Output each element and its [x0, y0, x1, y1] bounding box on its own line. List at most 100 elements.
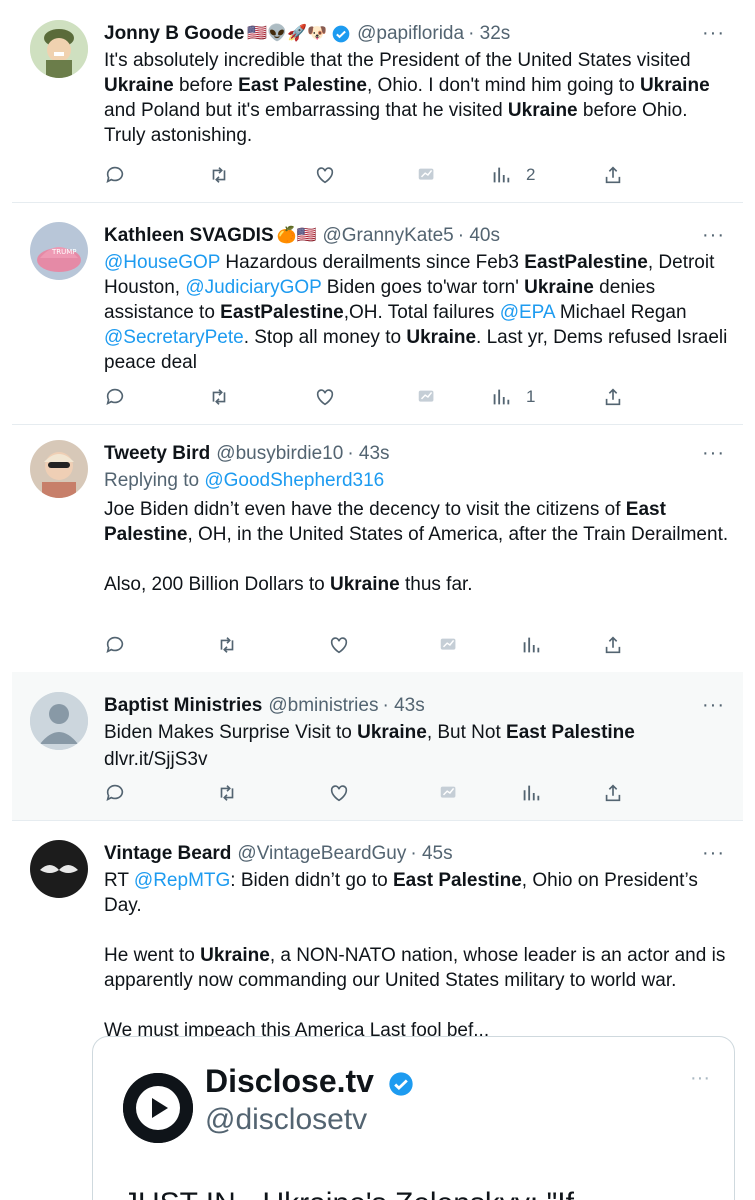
display-name[interactable]: Vintage Beard [104, 840, 231, 868]
views-count: 2 [526, 165, 536, 184]
avatar[interactable] [30, 692, 88, 750]
more-icon[interactable]: ··· [702, 442, 725, 465]
mention-link[interactable]: @JudiciaryGOP [185, 277, 321, 298]
text-segment: and Poland but it's embarrassing that he… [104, 100, 508, 121]
views-icon [523, 785, 540, 801]
user-handle[interactable]: @papiflorida [357, 20, 464, 48]
timeline: Jonny B Goode 🇺🇸👽🚀🐶 @papiflorida · 32s ·… [0, 0, 755, 1200]
svg-text:TRUMP: TRUMP [51, 248, 77, 256]
reply-button[interactable] [104, 634, 126, 656]
tweet-link[interactable]: dlvr.it/SjjS3v [104, 747, 731, 772]
views-button[interactable]: 2 [490, 164, 535, 186]
timestamp[interactable]: · 45s [410, 840, 452, 868]
tweet-paragraph: RT @RepMTG: Biden didn’t go to East Pale… [104, 868, 731, 918]
views-icon [493, 389, 510, 405]
user-handle[interactable]: @bministries [268, 692, 378, 720]
timestamp[interactable]: · 43s [347, 440, 389, 468]
tweet-text: It's absolutely incredible that the Pres… [104, 48, 731, 148]
analytics-button[interactable] [416, 386, 438, 408]
bold-keyword: Ukraine [200, 945, 270, 966]
tweet-card[interactable]: TRUMP Kathleen SVAGDIS 🍊🇺🇸 @GrannyKate5 … [12, 202, 743, 425]
like-button[interactable] [328, 782, 350, 804]
bold-keyword: East Palestine [238, 75, 367, 96]
card-handle: @disclosetv [205, 1103, 368, 1136]
tweet-paragraph: @HouseGOP Hazardous derailments since Fe… [104, 250, 731, 375]
embedded-image-card[interactable]: Disclose.tv @disclosetv ··· JUST IN - Uk… [92, 1036, 735, 1200]
user-handle[interactable]: @busybirdie10 [216, 440, 343, 468]
tweet-paragraph: Joe Biden didn’t even have the decency t… [104, 497, 731, 547]
bold-keyword: EastPalestine [220, 302, 344, 323]
text-segment: ,OH. Total failures [343, 302, 500, 323]
tweet-paragraph: He went to Ukraine, a NON-NATO nation, w… [104, 943, 731, 993]
analytics-button[interactable] [438, 782, 460, 804]
like-button[interactable] [314, 164, 336, 186]
share-icon [605, 388, 621, 406]
like-button[interactable] [328, 634, 350, 656]
reply-button[interactable] [104, 386, 126, 408]
share-icon [605, 166, 621, 184]
text-segment: Michael Regan [554, 302, 687, 323]
avatar[interactable] [30, 20, 88, 78]
action-bar [104, 632, 731, 658]
mention-link[interactable]: @HouseGOP [104, 252, 220, 273]
more-icon[interactable]: ··· [702, 694, 725, 717]
user-handle[interactable]: @VintageBeardGuy [237, 840, 406, 868]
retweet-button[interactable] [216, 634, 238, 656]
views-button[interactable] [520, 634, 542, 656]
display-name[interactable]: Kathleen SVAGDIS [104, 222, 274, 250]
retweet-button[interactable] [208, 386, 230, 408]
mention-link[interactable]: @EPA [500, 302, 555, 323]
views-button[interactable]: 1 [490, 386, 535, 408]
analytics-icon [418, 168, 434, 180]
reply-button[interactable] [104, 164, 126, 186]
like-button[interactable] [314, 386, 336, 408]
text-segment: thus far. [399, 574, 473, 595]
reply-button[interactable] [104, 782, 126, 804]
action-bar: 2 [104, 162, 731, 188]
share-button[interactable] [602, 164, 624, 186]
tweet-card[interactable]: Tweety Bird @busybirdie10 · 43s ··· Repl… [12, 424, 743, 673]
more-icon[interactable]: ··· [702, 224, 725, 247]
share-button[interactable] [602, 782, 624, 804]
views-button[interactable] [520, 782, 542, 804]
share-button[interactable] [602, 386, 624, 408]
avatar[interactable]: TRUMP [30, 222, 88, 280]
display-name[interactable]: Baptist Ministries [104, 692, 262, 720]
text-segment: RT [104, 870, 134, 891]
avatar[interactable] [30, 440, 88, 498]
tweet-paragraph: Biden Makes Surprise Visit to Ukraine, B… [104, 720, 731, 745]
analytics-button[interactable] [416, 164, 438, 186]
retweet-icon [212, 389, 226, 405]
more-icon: ··· [690, 1067, 710, 1089]
timestamp[interactable]: · 40s [458, 222, 500, 250]
analytics-button[interactable] [438, 634, 460, 656]
text-segment: , OH, in the United States of America, a… [187, 524, 729, 545]
card-name-text: Disclose.tv [205, 1063, 374, 1099]
retweet-button[interactable] [216, 782, 238, 804]
display-name[interactable]: Tweety Bird [104, 440, 210, 468]
share-button[interactable] [602, 634, 624, 656]
bold-keyword: Ukraine [507, 100, 578, 121]
analytics-icon [440, 638, 456, 650]
text-segment: . Stop all money to [243, 327, 407, 348]
tweet-header: Kathleen SVAGDIS 🍊🇺🇸 @GrannyKate5 · 40s [104, 222, 731, 250]
tweet-card[interactable]: Jonny B Goode 🇺🇸👽🚀🐶 @papiflorida · 32s ·… [12, 0, 743, 203]
avatar[interactable] [30, 840, 88, 898]
name-emojis: 🍊🇺🇸 [276, 227, 317, 244]
retweet-button[interactable] [208, 164, 230, 186]
mention-link[interactable]: @RepMTG [134, 870, 230, 891]
display-name[interactable]: Jonny B Goode [104, 20, 244, 48]
timestamp[interactable]: · 43s [382, 692, 424, 720]
tweet-card[interactable]: Baptist Ministries @bministries · 43s ··… [12, 672, 743, 821]
tweet-body: Jonny B Goode 🇺🇸👽🚀🐶 @papiflorida · 32s ·… [104, 20, 731, 148]
more-icon[interactable]: ··· [702, 22, 725, 45]
replying-to-handle[interactable]: @GoodShepherd316 [204, 470, 384, 491]
timestamp[interactable]: · 32s [468, 20, 510, 48]
tweet-body: Baptist Ministries @bministries · 43s ··… [104, 692, 731, 772]
user-handle[interactable]: @GrannyKate5 [322, 222, 453, 250]
retweet-icon [212, 167, 226, 183]
mention-link[interactable]: @SecretaryPete [104, 327, 244, 348]
more-icon[interactable]: ··· [702, 842, 725, 865]
bold-keyword: Ukraine [406, 327, 477, 348]
reply-icon [106, 166, 124, 183]
